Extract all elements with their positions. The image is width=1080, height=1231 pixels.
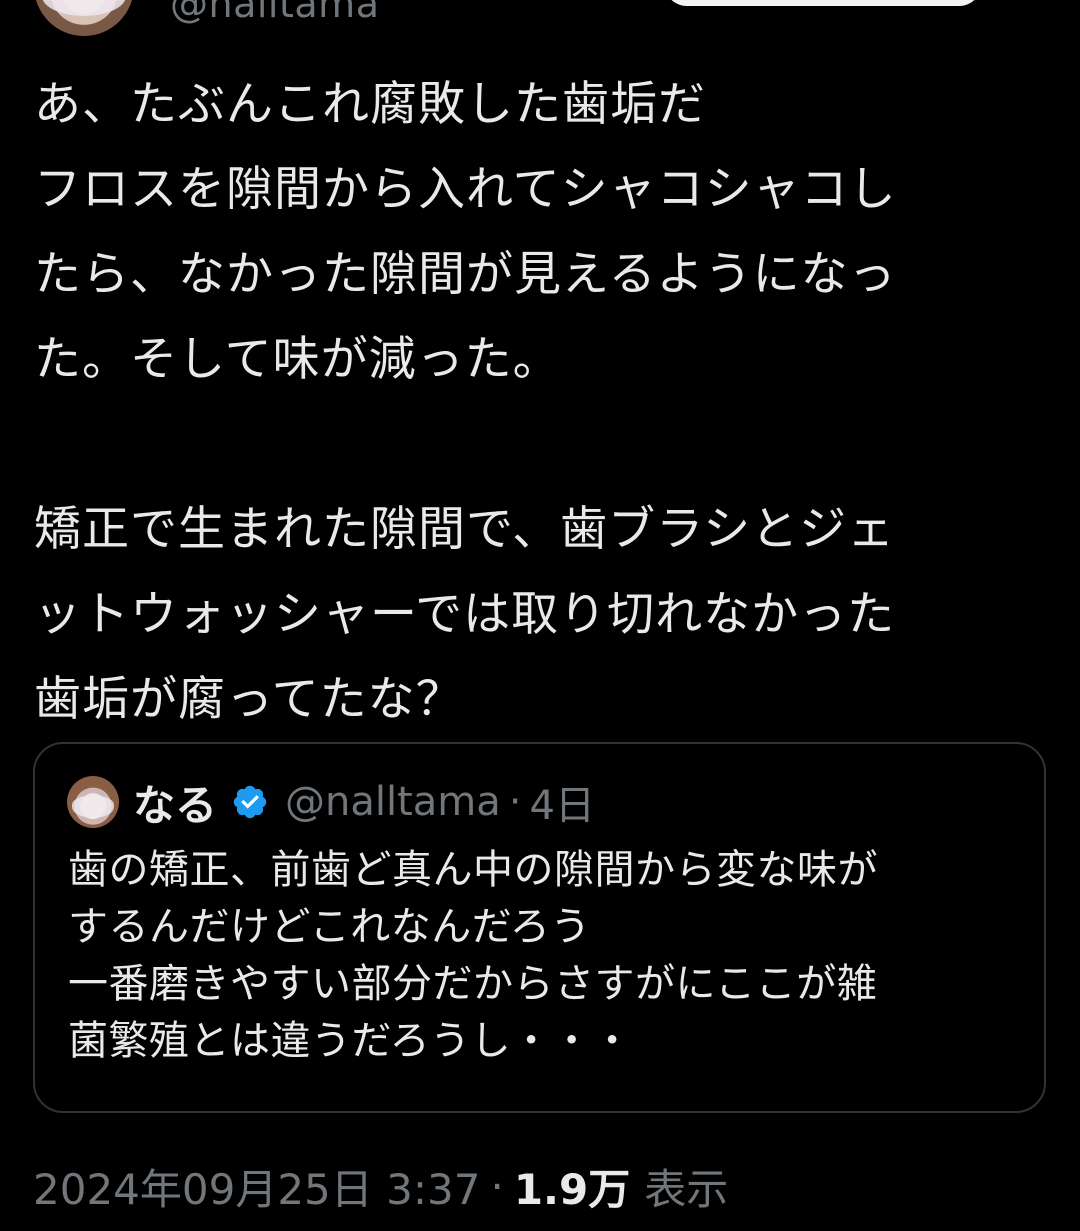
tweet-meta: 2024年09月25日 3:37 · 1.9万 表示 bbox=[33, 1156, 728, 1216]
tweet-text-line: 歯垢が腐ってたな？ bbox=[34, 672, 464, 727]
quoted-tweet-header: なる @nalltama · 4日 bbox=[67, 774, 595, 830]
view-count-label: 表示 bbox=[644, 1164, 729, 1214]
tweet-text-line: た。そして味が減った。 bbox=[34, 332, 561, 387]
tweet-text-line: 矯正で生まれた隙間で、歯ブラシとジェ bbox=[34, 502, 896, 557]
quoted-author-name[interactable]: なる bbox=[133, 772, 217, 833]
quoted-text-line: 菌繁殖とは違うだろうし・・・ bbox=[68, 1018, 633, 1064]
quoted-text-line: 一番磨きやすい部分だからさすがにここが雑 bbox=[68, 961, 878, 1007]
tweet-header: @nalltama bbox=[0, 0, 1080, 40]
tweet-text-line: フロスを隙間から入れてシャコシャコし bbox=[34, 162, 897, 217]
author-handle[interactable]: @nalltama bbox=[170, 0, 379, 26]
quoted-text-line: するんだけどこれなんだろう bbox=[68, 904, 591, 950]
tweet-text-line: たら、なかった隙間が見えるようになっ bbox=[34, 247, 897, 302]
view-count[interactable]: 1.9万 bbox=[514, 1156, 630, 1217]
quoted-author-handle[interactable]: @nalltama bbox=[285, 779, 501, 825]
tweet-text-line: ットウォッシャーでは取り切れなかった bbox=[34, 587, 896, 642]
quoted-tweet-card[interactable]: なる @nalltama · 4日 歯の矯正、前歯ど真ん中の隙間から変な味が す… bbox=[33, 742, 1046, 1113]
tweet-text: あ、たぶんこれ腐敗した歯垢だ フロスを隙間から入れてシャコシャコし たら、なかっ… bbox=[34, 62, 1044, 742]
quoted-author-avatar[interactable] bbox=[67, 776, 119, 828]
quoted-tweet-text: 歯の矯正、前歯ど真ん中の隙間から変な味が するんだけどこれなんだろう 一番磨きや… bbox=[68, 842, 1028, 1070]
separator-dot: · bbox=[508, 779, 522, 825]
author-avatar[interactable] bbox=[34, 0, 134, 36]
separator-dot: · bbox=[490, 1161, 504, 1211]
tweet-text-line: あ、たぶんこれ腐敗した歯垢だ bbox=[34, 77, 706, 132]
quoted-text-line: 歯の矯正、前歯ど真ん中の隙間から変な味が bbox=[68, 847, 878, 893]
follow-button[interactable] bbox=[664, 0, 982, 6]
quoted-tweet-time[interactable]: 4日 bbox=[530, 773, 595, 831]
tweet-timestamp[interactable]: 2024年09月25日 3:37 bbox=[33, 1156, 480, 1217]
verified-badge-icon bbox=[233, 785, 267, 819]
